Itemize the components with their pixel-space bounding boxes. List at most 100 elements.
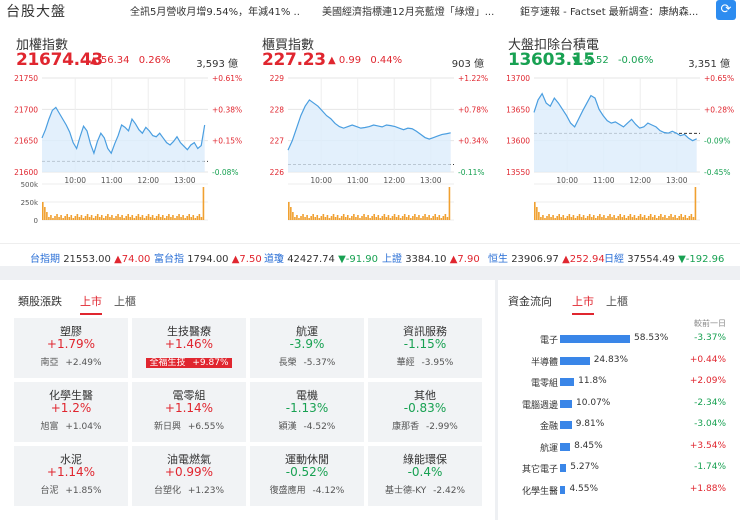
volume-bar <box>670 214 672 220</box>
sector-cell[interactable]: 塑膠 +1.79% 南亞 +2.49% <box>14 318 128 378</box>
index-chart: 229228227226+1.22%+0.78%+0.34%-0.11%10:0… <box>270 74 488 221</box>
volume-bar <box>641 217 644 220</box>
volume-bar <box>399 218 402 220</box>
sector-cell[interactable]: 運動休閒 -0.52% 復盛應用 -4.12% <box>250 446 364 506</box>
volume-bar <box>582 215 585 220</box>
y-tick-label: 13550 <box>506 168 530 177</box>
fund-flow-diff: -1.74% <box>694 462 726 472</box>
volume-bar <box>42 202 44 220</box>
volume-bar <box>304 217 306 220</box>
pct-tick-label: -0.45% <box>704 168 731 177</box>
ticker-item[interactable]: 日經 37554.49 ▼-192.96 <box>604 250 724 265</box>
ticker-item[interactable]: 台指期 21553.00 ▲74.00 <box>30 250 150 265</box>
ticker-item[interactable]: 恒生 23906.97 ▲252.94 <box>488 250 605 265</box>
fund-flow-category: 電子 <box>539 336 558 346</box>
ticker-item[interactable]: 富台指 1794.00 ▲7.50 <box>154 250 262 265</box>
header: 台股大盤 全訊5月營收月增9.54%，年減41% ... 美國經濟指標連12月亮… <box>0 0 740 20</box>
pct-tick-label: +0.78% <box>458 105 488 114</box>
tab-otc[interactable]: 上櫃 <box>114 293 136 309</box>
volume-bar <box>686 218 689 220</box>
index-change-pct: -0.06% <box>617 55 654 66</box>
volume-bar <box>166 216 168 220</box>
fund-flow-row[interactable]: 電子 58.53% -3.37% <box>508 330 736 346</box>
volume-bar <box>414 214 416 220</box>
ticker-change: ▲252.94 <box>562 254 605 265</box>
volume-bar <box>361 216 363 220</box>
fund-flow-row[interactable]: 金融 9.81% -3.04% <box>508 416 736 432</box>
volume-bar <box>546 216 548 220</box>
index-card[interactable]: 加權指數 21674.43 ▲ 56.34 0.26% 3,593 億 21750 217… <box>12 28 244 238</box>
sector-cell[interactable]: 水泥 +1.14% 台泥 +1.85% <box>14 446 128 506</box>
volume-bar <box>405 217 408 220</box>
volume-bar <box>373 214 376 220</box>
volume-bar <box>316 215 319 220</box>
volume-bar <box>125 216 127 220</box>
news-headline-1[interactable]: 全訊5月營收月增9.54%，年減41% ... <box>130 3 300 18</box>
volume-bar <box>84 216 87 220</box>
volume-bar <box>312 214 315 220</box>
news-headline-2[interactable]: 美國經濟指標連12月亮藍燈「綠燈」... <box>322 3 502 18</box>
news-headline-3[interactable]: 鉅亨速報 - Factset 最新調查：康納森... <box>520 3 700 18</box>
volume-bar <box>92 218 95 220</box>
volume-bar <box>180 217 182 220</box>
volume-bar <box>369 218 371 220</box>
index-card[interactable]: 大盤扣除台積電 13603.15 ▼ -8.52 -0.06% 3,351 億 1370… <box>504 28 736 238</box>
ticker-item[interactable]: 上證 3384.10 ▲7.90 <box>382 250 480 265</box>
tab-flow-otc[interactable]: 上櫃 <box>606 293 628 309</box>
pct-tick-label: +0.28% <box>704 105 734 114</box>
sector-cell[interactable]: 電機 -1.13% 穎漢 -4.52% <box>250 382 364 442</box>
ticker-change: ▲74.00 <box>114 254 151 265</box>
page-title: 台股大盤 <box>6 4 66 20</box>
volume-bar <box>540 217 542 220</box>
fund-flow-category: 化學生醫 <box>521 486 558 497</box>
volume-bar <box>62 218 64 220</box>
volume-bar <box>188 214 191 220</box>
fund-flow-bar <box>560 464 567 472</box>
sector-cell[interactable]: 生技醫療 +1.46% 全福生技 +9.87% <box>132 318 246 378</box>
leader-stock-name: 基士德-KY <box>384 486 427 496</box>
leader-stock-pct: -2.42% <box>433 486 466 496</box>
y-tick-label: 229 <box>270 74 285 83</box>
sector-cell[interactable]: 資訊服務 -1.15% 華經 -3.95% <box>368 318 482 378</box>
index-card[interactable]: 櫃買指數 227.23 ▲ 0.99 0.44% 903 億 229 228 227 226 +… <box>258 28 490 238</box>
fund-flow-value: 58.53% <box>634 333 669 343</box>
fund-flow-label: 資金流向 <box>508 295 552 308</box>
sector-cell[interactable]: 航運 -3.9% 長榮 -5.37% <box>250 318 364 378</box>
volume-bar <box>629 214 632 220</box>
volume-bar <box>660 214 662 220</box>
refresh-icon[interactable]: ⟳ <box>716 0 736 20</box>
volume-bar <box>113 218 115 220</box>
fund-flow-bar <box>560 421 572 429</box>
leader-stock-name: 穎漢 <box>278 422 297 432</box>
sector-cell[interactable]: 電零組 +1.14% 新日興 +6.55% <box>132 382 246 442</box>
tab-flow-listed[interactable]: 上市 <box>572 293 594 315</box>
fund-flow-value: 9.81% <box>575 419 605 429</box>
volume-bar <box>424 214 426 220</box>
fund-flow-row[interactable]: 其它電子 5.27% -1.74% <box>508 459 736 475</box>
fund-flow-row[interactable]: 航運 8.45% +3.54% <box>508 438 736 454</box>
price-area <box>42 107 205 172</box>
volume-bar <box>182 215 184 220</box>
index-change-value: -8.52 <box>582 55 609 66</box>
fund-flow-row[interactable]: 半導體 24.83% +0.44% <box>508 352 736 368</box>
ticker-change: ▼-192.96 <box>678 254 725 265</box>
volume-bar <box>76 214 79 220</box>
volume-bar <box>556 216 558 220</box>
volume-bar <box>310 216 312 220</box>
volume-bar <box>300 216 302 220</box>
tab-listed[interactable]: 上市 <box>80 293 102 315</box>
volume-bar <box>377 215 380 220</box>
sector-leader: 華經 -3.95% <box>368 355 482 368</box>
sector-cell[interactable]: 油電燃氣 +0.99% 台塑化 +1.23% <box>132 446 246 506</box>
ticker-item[interactable]: 道瓊 42427.74 ▼-91.90 <box>264 250 378 265</box>
leader-stock-name: 新日興 <box>153 422 181 432</box>
sector-cell[interactable]: 化學生醫 +1.2% 旭富 +1.04% <box>14 382 128 442</box>
volume-bar <box>611 217 613 220</box>
sector-cell[interactable]: 綠能環保 -0.4% 基士德-KY -2.42% <box>368 446 482 506</box>
fund-flow-row[interactable]: 電腦週邊 10.07% -2.34% <box>508 395 736 411</box>
volume-bar <box>613 215 615 220</box>
fund-flow-row[interactable]: 電零組 11.8% +2.09% <box>508 373 736 389</box>
volume-bar <box>198 214 201 220</box>
fund-flow-row[interactable]: 化學生醫 4.55% +1.88% <box>508 481 736 497</box>
sector-cell[interactable]: 其他 -0.83% 康那香 -2.99% <box>368 382 482 442</box>
